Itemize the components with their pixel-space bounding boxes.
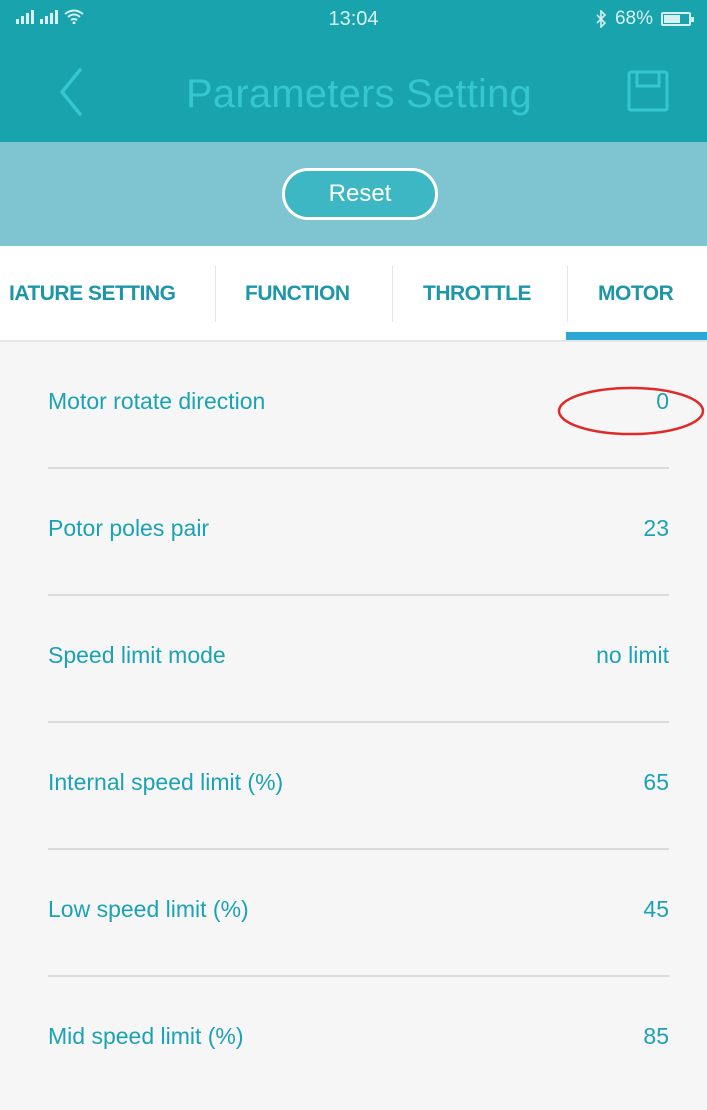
active-tab-indicator [566, 332, 707, 340]
app-header: 13:04 68% Parameters Setting [0, 0, 707, 142]
param-label: Internal speed limit (%) [48, 769, 284, 795]
param-row-mid-speed-limit[interactable]: Mid speed limit (%) 85 [0, 977, 707, 1104]
tab-motor[interactable]: MOTOR [598, 246, 674, 340]
status-bar: 13:04 68% [0, 0, 707, 40]
param-label: Low speed limit (%) [48, 896, 249, 922]
title-bar: Parameters Setting [0, 40, 707, 142]
param-row-internal-speed-limit[interactable]: Internal speed limit (%) 65 [0, 723, 707, 850]
save-icon [627, 70, 669, 112]
status-right: 68% [595, 8, 694, 30]
param-label: Mid speed limit (%) [48, 1023, 244, 1049]
tab-divider [215, 266, 216, 322]
battery-percent: 68% [614, 8, 653, 29]
param-row-motor-rotate-direction[interactable]: Motor rotate direction 0 [0, 342, 707, 469]
param-value: 85 [643, 1023, 669, 1049]
tab-divider [392, 266, 393, 322]
param-label: Motor rotate direction [48, 388, 266, 414]
tab-throttle[interactable]: THROTTLE [423, 246, 531, 340]
param-row-low-speed-limit[interactable]: Low speed limit (%) 45 [0, 850, 707, 977]
battery-fill [664, 15, 680, 23]
param-value: 45 [643, 896, 669, 922]
param-row-speed-limit-mode[interactable]: Speed limit mode no limit [0, 596, 707, 723]
tab-function[interactable]: FUNCTION [245, 246, 350, 340]
reset-bar: Reset [0, 142, 707, 246]
param-value: 23 [643, 515, 669, 541]
reset-button[interactable]: Reset [282, 168, 438, 220]
param-label: Speed limit mode [48, 642, 226, 668]
param-label: Potor poles pair [48, 515, 210, 541]
tab-bar: IATURE SETTING FUNCTION THROTTLE MOTOR [0, 246, 707, 342]
tab-signature-setting[interactable]: IATURE SETTING [9, 246, 176, 340]
param-row-poles-pair[interactable]: Potor poles pair 23 [0, 469, 707, 596]
annotation-circle [557, 386, 705, 436]
save-button[interactable] [623, 66, 673, 116]
page-title: Parameters Setting [186, 72, 532, 116]
param-value: no limit [596, 642, 669, 668]
battery-icon [661, 12, 694, 26]
app-screen: 13:04 68% Parameters Setting Reset IATUR… [0, 0, 707, 1110]
param-list: Motor rotate direction 0 Potor poles pai… [0, 342, 707, 1110]
bluetooth-icon [596, 10, 607, 28]
param-value: 65 [643, 769, 669, 795]
tab-divider [567, 266, 568, 322]
